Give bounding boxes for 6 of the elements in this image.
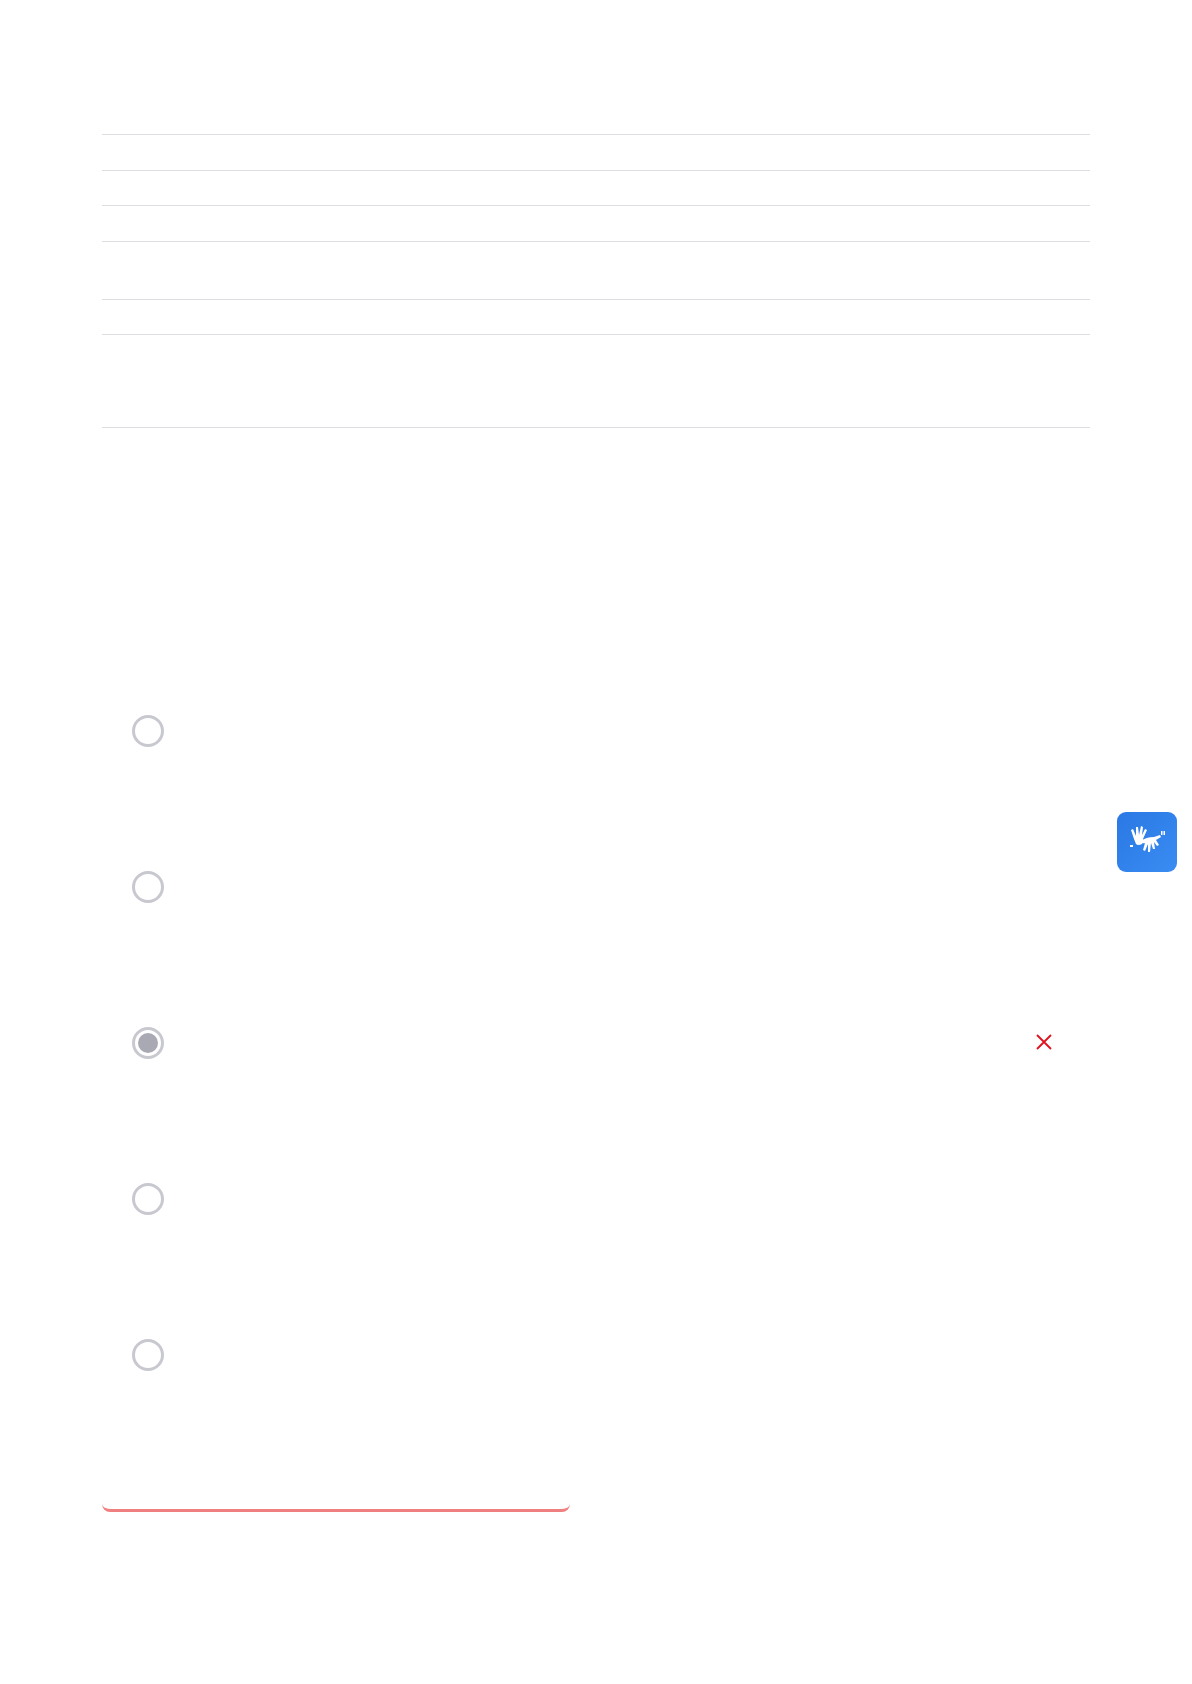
- sign-language-button[interactable]: [1117, 812, 1177, 872]
- radio-button[interactable]: [132, 715, 164, 747]
- radio-button[interactable]: [132, 871, 164, 903]
- radio-button[interactable]: [132, 1339, 164, 1371]
- radio-button[interactable]: [132, 1027, 164, 1059]
- radio-button[interactable]: [132, 1183, 164, 1215]
